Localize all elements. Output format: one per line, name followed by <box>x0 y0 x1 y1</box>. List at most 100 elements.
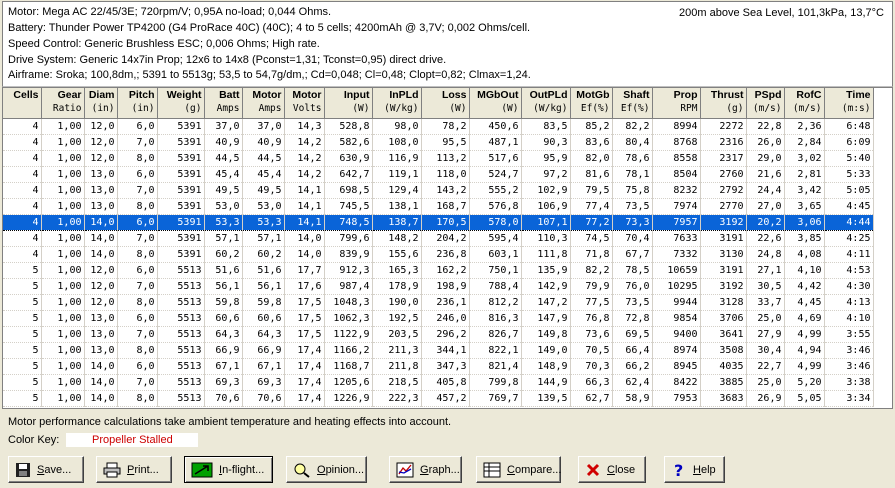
column-header[interactable]: MGbOut (W) <box>469 88 522 119</box>
inflight-button[interactable]: In-flight... <box>184 456 273 483</box>
grid-body: 4 1,00 12,0 6,0 5391 37,0 37,0 14,3 528,8 98,0 78,… <box>3 118 874 407</box>
table-row[interactable]: 4 1,00 13,0 8,0 5391 53,0 53,0 14,1 745,5 138,1 16… <box>3 198 874 215</box>
table-cell: 144,9 <box>521 374 571 391</box>
table-row[interactable]: 5 1,00 14,0 6,0 5513 67,1 67,1 17,4 1168,7 211,8 3… <box>3 358 874 375</box>
table-row[interactable]: 5 1,00 14,0 8,0 5513 70,6 70,6 17,4 1226,9 222,3 4… <box>3 390 874 407</box>
column-header-unit: (W/kg) <box>384 103 419 114</box>
column-header[interactable]: Prop RPM <box>652 88 701 119</box>
help-button[interactable]: ? Help <box>664 456 725 483</box>
info-panel: Motor: Mega AC 22/45/3E; 720rpm/V; 0,95A… <box>2 1 893 87</box>
column-header[interactable]: Shaft Ef(%) <box>612 88 653 119</box>
table-cell: 1,00 <box>41 326 85 343</box>
column-header[interactable]: PSpd (m/s) <box>746 88 785 119</box>
table-cell: 816,3 <box>469 310 522 327</box>
table-cell: 3:38 <box>824 374 874 391</box>
graph-button[interactable]: Graph... <box>389 456 462 483</box>
table-cell: 3191 <box>700 230 747 247</box>
table-cell: 102,9 <box>521 182 571 199</box>
table-cell: 211,8 <box>372 358 422 375</box>
column-header[interactable]: Motor Amps <box>242 88 285 119</box>
column-header[interactable]: Pitch (in) <box>117 88 158 119</box>
table-row[interactable]: 5 1,00 12,0 7,0 5513 56,1 56,1 17,6 987,4 178,9 19… <box>3 278 874 295</box>
table-cell: 97,2 <box>521 166 571 183</box>
inflight-button-label: In-flight... <box>219 463 265 476</box>
table-cell: 5391 <box>157 118 205 135</box>
column-header[interactable]: Thrust (g) <box>700 88 747 119</box>
table-cell: 8,0 <box>117 342 158 359</box>
table-cell: 203,5 <box>372 326 422 343</box>
table-row[interactable]: 4 1,00 14,0 7,0 5391 57,1 57,1 14,0 799,6 148,2 20… <box>3 230 874 247</box>
table-cell: 14,0 <box>284 230 325 247</box>
table-row[interactable]: 5 1,00 14,0 7,0 5513 69,3 69,3 17,4 1205,6 218,5 4… <box>3 374 874 391</box>
table-cell: 5391 <box>157 150 205 167</box>
table-cell: 4,42 <box>784 278 825 295</box>
table-cell: 111,8 <box>521 246 571 263</box>
table-cell: 14,0 <box>284 246 325 263</box>
table-cell: 1,00 <box>41 166 85 183</box>
table-cell: 12,0 <box>84 278 118 295</box>
table-cell: 44,5 <box>204 150 243 167</box>
table-cell: 3,06 <box>784 213 825 231</box>
column-header[interactable]: Weight (g) <box>157 88 205 119</box>
results-grid[interactable]: Cells Gear Ratio Diam (in) Pitch (in) Weight (g)… <box>2 87 893 409</box>
table-row[interactable]: 4 1,00 14,0 6,0 5391 53,3 53,3 14,1 748,5 138,7 17… <box>3 213 874 231</box>
table-row[interactable]: 5 1,00 13,0 8,0 5513 66,9 66,9 17,4 1166,2 211,3 3… <box>3 342 874 359</box>
column-header[interactable]: Cells <box>3 88 42 119</box>
table-cell: 66,4 <box>612 342 653 359</box>
results-table[interactable]: Cells Gear Ratio Diam (in) Pitch (in) Weight (g)… <box>3 88 874 407</box>
table-cell: 211,3 <box>372 342 422 359</box>
table-cell: 14,0 <box>84 230 118 247</box>
table-cell: 14,0 <box>84 358 118 375</box>
table-cell: 53,3 <box>204 213 243 231</box>
table-cell: 17,5 <box>284 326 325 343</box>
column-header[interactable]: Loss (W) <box>421 88 470 119</box>
table-cell: 95,5 <box>421 134 470 151</box>
table-cell: 59,8 <box>242 294 285 311</box>
column-header[interactable]: Batt Amps <box>204 88 243 119</box>
table-cell: 25,0 <box>746 374 785 391</box>
column-header[interactable]: MotGb Ef(%) <box>570 88 613 119</box>
compare-button[interactable]: Compare... <box>476 456 561 483</box>
table-cell: 4,10 <box>784 262 825 279</box>
column-header[interactable]: Diam (in) <box>84 88 118 119</box>
table-cell: 4 <box>3 213 42 231</box>
table-row[interactable]: 4 1,00 12,0 7,0 5391 40,9 40,9 14,2 582,6 108,0 95… <box>3 134 874 151</box>
column-header-title: Weight <box>166 89 202 101</box>
column-header-unit: Amps <box>258 103 282 114</box>
table-row[interactable]: 5 1,00 12,0 6,0 5513 51,6 51,6 17,7 912,3 165,3 16… <box>3 262 874 279</box>
save-button[interactable]: Save... <box>8 456 84 483</box>
column-header[interactable]: InPLd (W/kg) <box>372 88 422 119</box>
table-cell: 1,00 <box>41 230 85 247</box>
table-cell: 1122,9 <box>324 326 373 343</box>
table-cell: 66,3 <box>570 374 613 391</box>
table-cell: 5:05 <box>824 182 874 199</box>
column-header[interactable]: RofC (m/s) <box>784 88 825 119</box>
column-header[interactable]: Input (W) <box>324 88 373 119</box>
column-header[interactable]: Time (m:s) <box>824 88 874 119</box>
print-button[interactable]: Print... <box>96 456 172 483</box>
column-header[interactable]: Gear Ratio <box>41 88 85 119</box>
table-row[interactable]: 4 1,00 13,0 7,0 5391 49,5 49,5 14,1 698,5 129,4 14… <box>3 182 874 199</box>
table-cell: 51,6 <box>204 262 243 279</box>
table-row[interactable]: 5 1,00 13,0 7,0 5513 64,3 64,3 17,5 1122,9 203,5 2… <box>3 326 874 343</box>
column-header[interactable]: OutPLd (W/kg) <box>521 88 571 119</box>
table-row[interactable]: 5 1,00 12,0 8,0 5513 59,8 59,8 17,5 1048,3 190,0 2… <box>3 294 874 311</box>
opinion-button[interactable]: Opinion... <box>286 456 367 483</box>
table-cell: 8,0 <box>117 198 158 215</box>
table-cell: 12,0 <box>84 134 118 151</box>
close-button[interactable]: Close <box>578 456 646 483</box>
table-row[interactable]: 4 1,00 12,0 8,0 5391 44,5 44,5 14,2 630,9 116,9 11… <box>3 150 874 167</box>
table-cell: 78,2 <box>421 118 470 135</box>
table-cell: 595,4 <box>469 230 522 247</box>
table-cell: 51,6 <box>242 262 285 279</box>
table-row[interactable]: 4 1,00 12,0 6,0 5391 37,0 37,0 14,3 528,8 98,0 78,… <box>3 118 874 135</box>
table-cell: 1,00 <box>41 213 85 231</box>
table-row[interactable]: 5 1,00 13,0 6,0 5513 60,6 60,6 17,5 1062,3 192,5 2… <box>3 310 874 327</box>
table-cell: 7,0 <box>117 134 158 151</box>
table-row[interactable]: 4 1,00 14,0 8,0 5391 60,2 60,2 14,0 839,9 155,6 23… <box>3 246 874 263</box>
table-cell: 30,5 <box>746 278 785 295</box>
column-header[interactable]: Motor Volts <box>284 88 325 119</box>
table-cell: 142,9 <box>521 278 571 295</box>
table-cell: 70,4 <box>612 230 653 247</box>
table-row[interactable]: 4 1,00 13,0 6,0 5391 45,4 45,4 14,2 642,7 119,1 11… <box>3 166 874 183</box>
